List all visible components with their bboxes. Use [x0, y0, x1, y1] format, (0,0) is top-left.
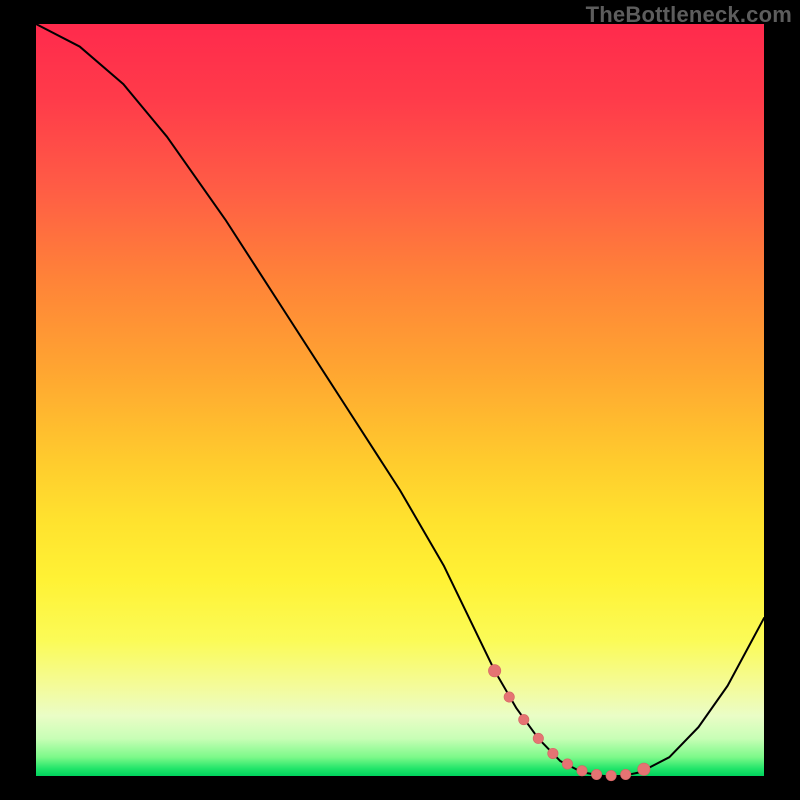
data-marker	[533, 733, 543, 743]
watermark-text: TheBottleneck.com	[586, 2, 792, 28]
chart-frame: TheBottleneck.com	[0, 0, 800, 800]
data-marker	[620, 769, 630, 779]
plot-area	[36, 24, 764, 776]
data-marker	[548, 748, 558, 758]
data-marker	[577, 766, 587, 776]
marker-group	[488, 665, 650, 781]
data-marker	[488, 665, 500, 677]
data-marker	[562, 759, 572, 769]
data-marker	[504, 692, 514, 702]
data-marker	[519, 714, 529, 724]
data-marker	[591, 769, 601, 779]
chart-svg	[36, 24, 764, 776]
curve-line	[36, 24, 764, 776]
data-marker	[638, 763, 650, 775]
data-marker	[606, 770, 616, 780]
